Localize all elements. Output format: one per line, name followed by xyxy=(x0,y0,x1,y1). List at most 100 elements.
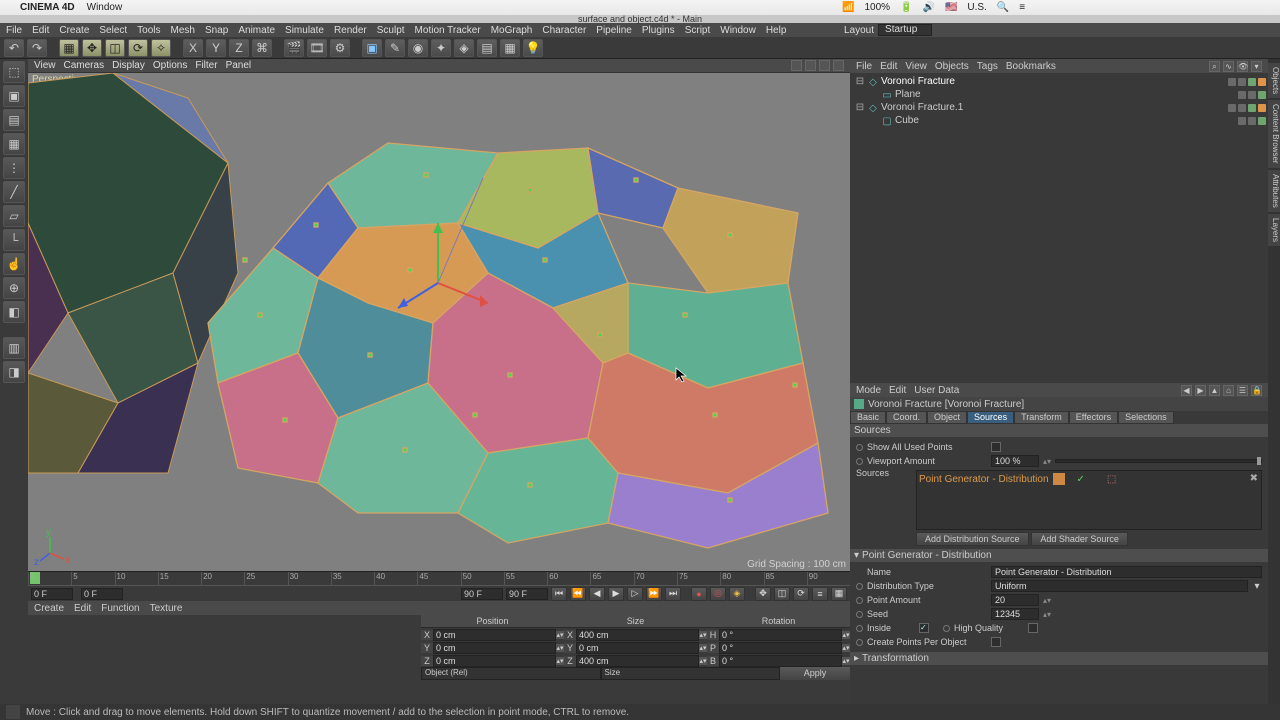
frame-current-input[interactable] xyxy=(81,588,123,600)
layer-dot[interactable] xyxy=(1238,117,1246,125)
scale-tool[interactable]: ◫ xyxy=(105,39,125,57)
axis-y-lock[interactable]: Y xyxy=(206,39,226,57)
am-edit[interactable]: Edit xyxy=(889,385,906,396)
attr-tab-effectors[interactable]: Effectors xyxy=(1069,411,1118,424)
attr-tab-coord[interactable]: Coord. xyxy=(886,411,927,424)
vis-dot-render[interactable] xyxy=(1248,78,1256,86)
layer-dot[interactable] xyxy=(1228,78,1236,86)
prev-key-button[interactable]: ⏪ xyxy=(570,587,586,601)
menu-pipeline[interactable]: Pipeline xyxy=(596,25,632,36)
coord-mode-dropdown[interactable]: Object (Rel) xyxy=(421,667,601,680)
param-dot[interactable] xyxy=(856,444,863,451)
om-search-icon[interactable]: ⌕ xyxy=(1209,61,1220,72)
menu-render[interactable]: Render xyxy=(334,25,367,36)
mat-create[interactable]: Create xyxy=(34,603,64,614)
menu-animate[interactable]: Animate xyxy=(238,25,275,36)
size-input[interactable] xyxy=(576,629,699,641)
add-environment-button[interactable]: ▤ xyxy=(477,39,497,57)
wifi-icon[interactable]: 📶 xyxy=(842,2,854,13)
object-tree[interactable]: ⊟◇Voronoi Fracture▭Plane⊟◇Voronoi Fractu… xyxy=(850,73,1268,383)
menu-mesh[interactable]: Mesh xyxy=(171,25,195,36)
attr-tab-transform[interactable]: Transform xyxy=(1014,411,1069,424)
menu-plugins[interactable]: Plugins xyxy=(642,25,675,36)
object-row[interactable]: ▢Cube xyxy=(852,114,1266,127)
vp-cameras[interactable]: Cameras xyxy=(64,60,105,71)
edges-mode-button[interactable]: ╱ xyxy=(3,181,25,203)
keyframe-sel-button[interactable]: ◈ xyxy=(729,587,745,601)
vp-display[interactable]: Display xyxy=(112,60,145,71)
axis-z-lock[interactable]: Z xyxy=(229,39,249,57)
vis-dot-render[interactable] xyxy=(1258,91,1266,99)
object-name[interactable]: Voronoi Fracture.1 xyxy=(881,102,1225,113)
om-edit[interactable]: Edit xyxy=(880,61,897,72)
add-nurbs-button[interactable]: ◉ xyxy=(408,39,428,57)
mat-texture[interactable]: Texture xyxy=(150,603,183,614)
mac-list-icon[interactable]: ≡ xyxy=(1019,2,1025,13)
pos-input[interactable] xyxy=(433,655,556,667)
om-tags[interactable]: Tags xyxy=(977,61,998,72)
menu-select[interactable]: Select xyxy=(99,25,127,36)
key-rot-button[interactable]: ⟳ xyxy=(793,587,809,601)
tab-content-browser[interactable]: Content Browser xyxy=(1268,100,1280,168)
key-scale-button[interactable]: ◫ xyxy=(774,587,790,601)
viewport-amount-slider[interactable] xyxy=(1055,459,1262,463)
play-button[interactable]: ▶ xyxy=(608,587,624,601)
object-name[interactable]: Voronoi Fracture xyxy=(881,76,1225,87)
source-entry-remove-icon[interactable]: ✖ xyxy=(1250,473,1258,484)
record-button[interactable]: ● xyxy=(691,587,707,601)
attr-tab-sources[interactable]: Sources xyxy=(967,411,1014,424)
size-input[interactable] xyxy=(576,655,699,667)
menu-character[interactable]: Character xyxy=(542,25,586,36)
am-lock-icon[interactable]: 🔒 xyxy=(1251,385,1262,396)
expand-icon[interactable]: ⊟ xyxy=(855,102,865,113)
vis-dot-editor[interactable] xyxy=(1248,91,1256,99)
key-pos-button[interactable]: ✥ xyxy=(755,587,771,601)
snap-toggle-button[interactable]: ⊕ xyxy=(3,277,25,299)
rot-input[interactable] xyxy=(719,655,842,667)
tab-attributes[interactable]: Attributes xyxy=(1268,170,1280,212)
om-path-icon[interactable]: ∿ xyxy=(1223,61,1234,72)
am-home-icon[interactable]: ⌂ xyxy=(1223,385,1234,396)
undo-button[interactable]: ↶ xyxy=(4,39,24,57)
menu-motion-tracker[interactable]: Motion Tracker xyxy=(415,25,481,36)
pos-input[interactable] xyxy=(433,629,556,641)
app-name[interactable]: CINEMA 4D xyxy=(20,2,75,13)
object-row[interactable]: ⊟◇Voronoi Fracture.1 xyxy=(852,101,1266,114)
goto-end-button[interactable]: ⏭ xyxy=(665,587,681,601)
timeline-ruler[interactable]: 051015202530354045505560657075808590 xyxy=(28,571,850,585)
render-pv-button[interactable]: 🎞 xyxy=(307,39,327,57)
render-view-button[interactable]: 🎬 xyxy=(284,39,304,57)
recent-tool[interactable]: ✧ xyxy=(151,39,171,57)
object-row[interactable]: ⊟◇Voronoi Fracture xyxy=(852,75,1266,88)
param-dot[interactable] xyxy=(856,611,863,618)
viewport-amount-input[interactable] xyxy=(991,455,1039,467)
tab-objects[interactable]: Objects xyxy=(1268,63,1280,98)
pgd-section-header[interactable]: ▾ Point Generator - Distribution xyxy=(850,549,1268,562)
menu-sculpt[interactable]: Sculpt xyxy=(377,25,405,36)
am-userdata[interactable]: User Data xyxy=(914,385,959,396)
vp-toggle-layout-icon[interactable] xyxy=(833,60,844,71)
param-dot[interactable] xyxy=(943,625,950,632)
redo-button[interactable]: ↷ xyxy=(27,39,47,57)
pos-input[interactable] xyxy=(433,642,556,654)
transformation-section-header[interactable]: ▸ Transformation xyxy=(850,652,1268,665)
menu-tools[interactable]: Tools xyxy=(137,25,160,36)
coord-apply-button[interactable]: Apply xyxy=(780,667,850,680)
expand-icon[interactable]: ⊟ xyxy=(855,76,865,87)
cpo-checkbox[interactable] xyxy=(991,637,1001,647)
add-distribution-source-button[interactable]: Add Distribution Source xyxy=(916,532,1029,546)
battery-icon[interactable]: 🔋 xyxy=(900,2,912,13)
param-dot[interactable] xyxy=(856,625,863,632)
prev-frame-button[interactable]: ◀ xyxy=(589,587,605,601)
layer-dot[interactable] xyxy=(1228,104,1236,112)
vp-nav-move-icon[interactable] xyxy=(791,60,802,71)
mac-menu-window[interactable]: Window xyxy=(87,2,123,13)
dist-type-dropdown[interactable]: Uniform xyxy=(991,580,1248,592)
object-row[interactable]: ▭Plane xyxy=(852,88,1266,101)
add-shader-source-button[interactable]: Add Shader Source xyxy=(1031,532,1128,546)
quantize-button[interactable]: ◧ xyxy=(3,301,25,323)
model-mode-button[interactable]: ▣ xyxy=(3,85,25,107)
vis-dot-editor[interactable] xyxy=(1238,78,1246,86)
add-camera-button[interactable]: ▦ xyxy=(500,39,520,57)
points-mode-button[interactable]: ⋮ xyxy=(3,157,25,179)
